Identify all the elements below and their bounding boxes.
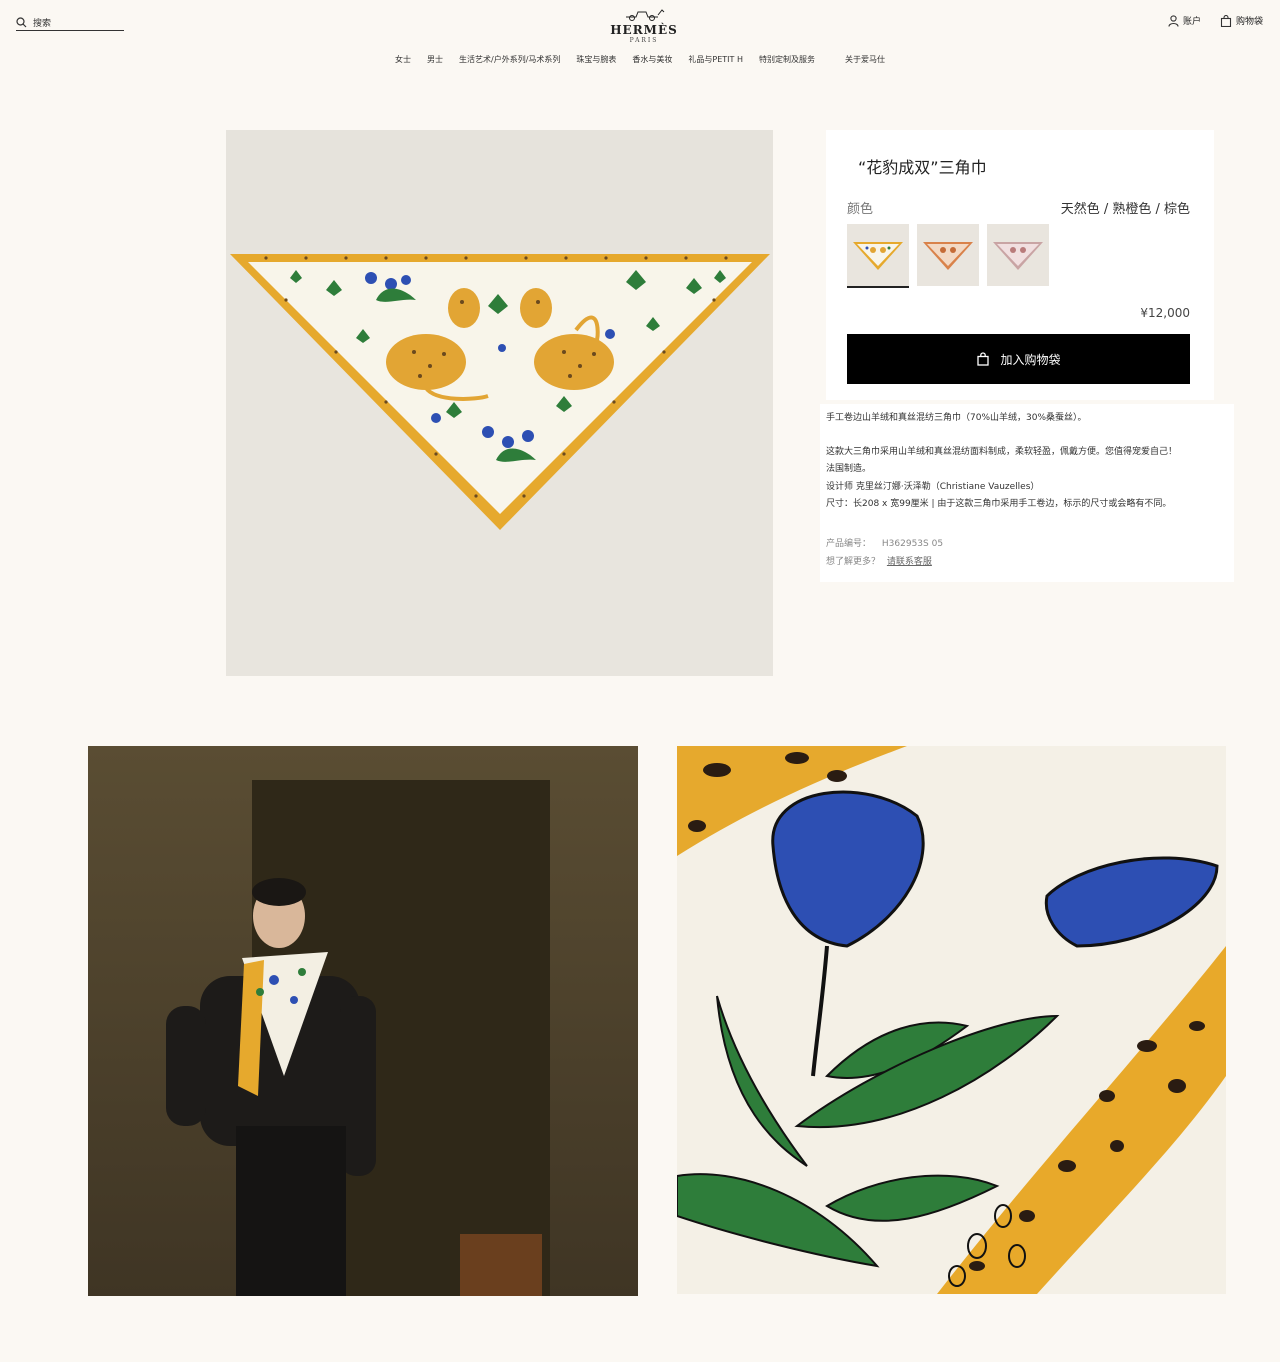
sku-row: 产品编号： H362953S 05 — [826, 536, 943, 549]
model-photo[interactable] — [88, 746, 638, 1296]
account-link[interactable]: 账户 — [1168, 14, 1201, 27]
search-icon — [16, 16, 27, 27]
sku-value: H362953S 05 — [881, 539, 944, 549]
swatch-brown[interactable] — [987, 224, 1049, 286]
add-to-cart-label: 加入购物袋 — [1000, 352, 1061, 367]
color-label: 颜色 — [847, 202, 874, 217]
main-nav: 女士 男士 生活艺术/户外系列/马术系列 珠宝与腕表 香水与美妆 礼品与PETI… — [0, 54, 1280, 65]
nav-item-home-outdoor-equestrian[interactable]: 生活艺术/户外系列/马术系列 — [459, 54, 560, 65]
desc-line-5: 尺寸：长208 x 宽99厘米 | 由于这款三角巾采用手工卷边，标示的尺寸或会略… — [826, 499, 1172, 509]
desc-line-3: 法国制造。 — [826, 464, 872, 474]
product-title: “花豹成双”三角巾 — [858, 158, 987, 177]
product-main-image[interactable] — [226, 130, 773, 676]
triangle-scarf-illustration — [226, 130, 773, 676]
fabric-closeup-illustration — [677, 746, 1226, 1294]
swatch-natural[interactable] — [847, 224, 909, 288]
sku-label: 产品编号： — [826, 539, 872, 549]
model-wearing-scarf-illustration — [88, 746, 638, 1296]
add-to-cart-button[interactable]: 加入购物袋 — [847, 334, 1190, 384]
desc-line-2: 这款大三角巾采用山羊绒和真丝混纺面料制成，柔软轻盈，佩戴方便。您值得宠爱自己！ — [826, 447, 1178, 457]
help-row: 想了解更多？ 请联系客服 — [826, 554, 932, 567]
search-bar[interactable]: 搜索 — [16, 14, 124, 31]
search-label: 搜索 — [33, 18, 52, 29]
color-value: 天然色 / 熟橙色 / 棕色 — [1060, 202, 1190, 217]
user-icon — [1168, 14, 1179, 27]
scarf-thumbnail-brown — [993, 242, 1043, 270]
shopping-bag-icon — [977, 352, 990, 366]
brand-name: HERMÈS — [610, 23, 678, 37]
swatch-orange[interactable] — [917, 224, 979, 286]
nav-item-gifts-petit-h[interactable]: 礼品与PETIT H — [688, 54, 743, 65]
product-price: ¥12,000 — [1140, 306, 1190, 320]
brand-city: PARIS — [629, 37, 659, 44]
desc-line-4: 设计师 克里丝汀娜·沃泽勒（Christiane Vauzelles） — [826, 482, 1040, 492]
shopping-bag-link[interactable]: 购物袋 — [1220, 14, 1263, 27]
fabric-detail-photo[interactable] — [677, 746, 1226, 1294]
nav-item-special-services[interactable]: 特别定制及服务 — [759, 54, 815, 65]
nav-item-about[interactable]: 关于爱马仕 — [845, 54, 885, 65]
brand-logo[interactable]: HERMÈS PARIS — [600, 6, 688, 44]
shopping-bag-icon — [1220, 14, 1232, 27]
desc-line-1: 手工卷边山羊绒和真丝混纺三角巾（70%山羊绒，30%桑蚕丝）。 — [826, 413, 1087, 423]
bag-label: 购物袋 — [1236, 17, 1264, 27]
account-label: 账户 — [1183, 17, 1202, 27]
more-info-label: 想了解更多？ — [826, 557, 881, 567]
contact-service-link[interactable]: 请联系客服 — [887, 557, 932, 567]
nav-item-jewelry-watches[interactable]: 珠宝与腕表 — [576, 54, 616, 65]
nav-item-men[interactable]: 男士 — [427, 54, 443, 65]
carriage-icon — [626, 9, 665, 21]
scarf-thumbnail-natural — [853, 242, 903, 270]
nav-item-fragrance-beauty[interactable]: 香水与美妆 — [632, 54, 672, 65]
scarf-thumbnail-orange — [923, 242, 973, 270]
nav-item-women[interactable]: 女士 — [395, 54, 411, 65]
